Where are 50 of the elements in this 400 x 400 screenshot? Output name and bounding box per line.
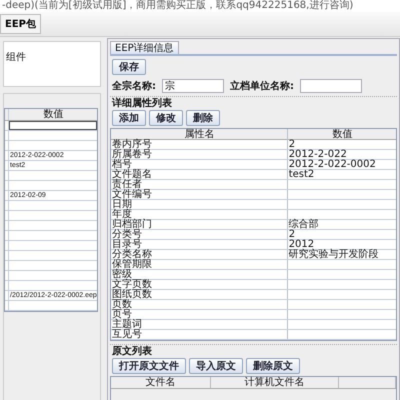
action-button[interactable]: 删除原文: [246, 358, 300, 374]
action-button[interactable]: 打开原文文件: [112, 358, 186, 374]
table-cell-text: 研究实验与开发阶段: [288, 250, 380, 259]
table-cell: 所属卷号: [111, 150, 288, 159]
table-cell: 页数: [111, 300, 288, 309]
save-button[interactable]: 保存: [112, 59, 146, 75]
table-cell: 互见号: [111, 330, 288, 339]
action-button[interactable]: 添加: [112, 110, 146, 126]
table-cell: 归档部门: [111, 220, 288, 229]
toolbar-button[interactable]: EEP包: [0, 14, 41, 34]
table-cell: 分类名称: [111, 250, 288, 259]
table-cell-text: 2: [288, 230, 296, 239]
table-cell: 日期: [111, 200, 288, 209]
table-cell-text: 2: [288, 140, 296, 149]
table-cell: 档号: [111, 160, 288, 169]
table-cell: 文字页数: [111, 280, 288, 289]
column-header: 数值: [42, 109, 64, 120]
table-cell-text: 2012-2-022: [288, 150, 347, 159]
tab[interactable]: EEP详细信息: [110, 41, 179, 54]
table-cell: 责任者: [111, 180, 288, 189]
table-cell-text: 综合部: [288, 220, 320, 229]
section-title: 原文列表: [112, 346, 153, 357]
table-cell: 年度: [111, 210, 288, 219]
table-cell: 页号: [111, 310, 288, 319]
action-button[interactable]: 删除: [186, 110, 220, 126]
table-cell-text: test2: [288, 170, 316, 179]
action-button[interactable]: 修改: [149, 110, 183, 126]
input-field[interactable]: [300, 79, 362, 93]
column-header: 计算机文件名: [210, 377, 339, 388]
table-cell: 文件编号: [111, 190, 288, 199]
table-cell-text: 2012: [288, 240, 314, 249]
table-row[interactable]: [5, 121, 97, 131]
table-cell: 目录号: [111, 240, 288, 249]
column-header: 属性名: [111, 129, 288, 140]
table-cell-text: 2012-2-022-0002: [288, 160, 377, 169]
table-cell: 文件题名: [111, 170, 288, 179]
column-header: 文件名: [111, 377, 211, 388]
table-cell: 密级: [111, 270, 288, 279]
table-cell: 图纸页数: [111, 290, 288, 299]
component-label: 组件: [6, 52, 26, 63]
column-header: 数值: [331, 129, 354, 140]
table-cell: 分类号: [111, 230, 288, 239]
field-label: 立档单位名称:: [230, 79, 294, 93]
action-button[interactable]: 导入原文: [189, 358, 243, 374]
field-label: 全宗名称:: [112, 79, 156, 93]
input-field[interactable]: 宗: [162, 79, 224, 93]
table-cell: 主题词: [111, 320, 288, 329]
table-cell: 卷内序号: [111, 140, 288, 149]
section-title: 详细属性列表: [112, 98, 173, 109]
table-cell: 保管期限: [111, 260, 288, 269]
